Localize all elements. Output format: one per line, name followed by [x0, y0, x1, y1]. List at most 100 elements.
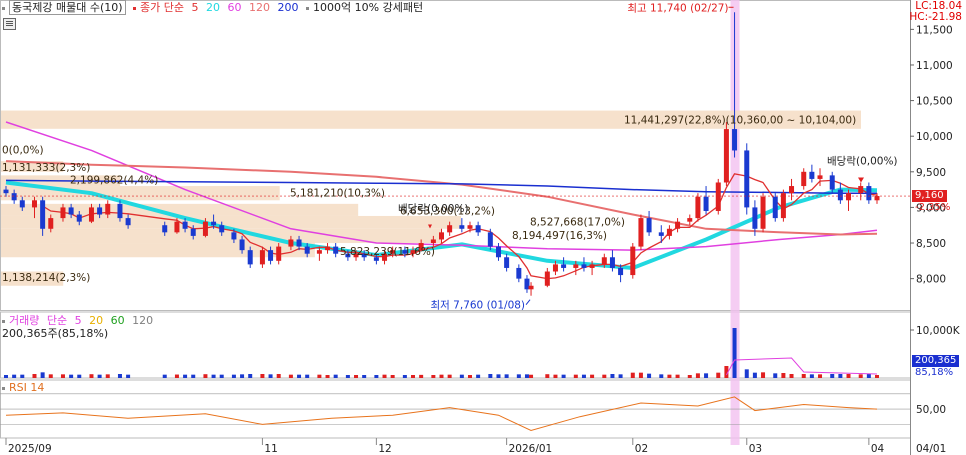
volume-bar [105, 374, 110, 378]
volume-label: 거래량 [9, 314, 40, 327]
date-label: 04/01 [916, 443, 946, 455]
volume-bar [752, 372, 757, 378]
volume-bar [97, 374, 102, 378]
volume-bar [219, 374, 224, 378]
candle-body [817, 175, 823, 179]
volume-bar [191, 374, 196, 378]
candle-body [675, 221, 681, 229]
volume-bar [667, 374, 672, 378]
candle-body [439, 232, 444, 240]
candle-body [48, 218, 54, 229]
candle-body [117, 203, 123, 219]
vol-ma-60: 60 [110, 314, 125, 327]
volume-profile-band [1, 243, 315, 258]
date-label: 2025/09 [8, 443, 52, 455]
vol-ma-120: 120 [132, 314, 154, 327]
candle-body [516, 267, 522, 279]
candle-body [752, 207, 758, 229]
candle-body [316, 250, 322, 254]
volume-bar [467, 375, 472, 378]
volume-profile-label: 8,527,668(17,0%) [530, 217, 625, 229]
volume-pct: 85,18% [915, 367, 954, 378]
candle-body [715, 182, 721, 211]
date-label: 04 [871, 443, 885, 455]
candle-body [231, 232, 237, 240]
dividend-annotation: 배당락(0.00%) [398, 203, 469, 215]
volume-bar [830, 374, 835, 378]
volume-bar [858, 374, 863, 378]
volume-bar [431, 375, 436, 378]
volume-bar [69, 374, 74, 378]
price-tick-label: 10,000 [916, 131, 953, 143]
vol-ma-20: 20 [89, 314, 104, 327]
volume-bar [117, 374, 122, 378]
volume-bar [390, 375, 395, 378]
date-label: 2026/01 [509, 443, 553, 455]
price-tick-label: 8,500 [916, 238, 946, 250]
volume-bar [439, 374, 444, 378]
pattern-label: 1000억 10% 강세패턴 [313, 1, 424, 14]
candle-body [687, 218, 693, 222]
low-arrow [525, 299, 531, 306]
candle-body [561, 264, 567, 268]
candle-body [858, 186, 864, 194]
chart-settings-icon[interactable] [3, 18, 16, 30]
candle-body [732, 129, 738, 151]
volume-bar [581, 374, 586, 378]
candle-body [19, 200, 25, 208]
candle-body [239, 239, 245, 251]
volume-bar [317, 374, 322, 378]
candle-body [276, 246, 282, 261]
volume-bar [561, 374, 566, 378]
candle-body [211, 221, 217, 226]
high-annotation: 최고 11,740 (02/27) [627, 2, 728, 14]
volume-ma-label: 단순 [46, 314, 68, 327]
volume-bar [838, 374, 843, 378]
candle-body [97, 207, 103, 215]
low-annotation: 최저 7,760 (01/08) [431, 300, 526, 312]
date-label: 03 [749, 443, 762, 455]
volume-bar [248, 374, 253, 378]
candle-body [772, 196, 778, 219]
volume-bar [447, 374, 452, 378]
candle-body [581, 264, 587, 268]
volume-current: 200,365주(85,18%) [2, 327, 109, 340]
candle-body [809, 171, 815, 179]
volume-bar [32, 374, 37, 378]
volume-bar [48, 374, 53, 378]
candle-body [589, 264, 595, 268]
volume-bar [818, 374, 823, 378]
volume-ma-line [725, 357, 878, 376]
candle-body [874, 196, 880, 201]
volume-bar [875, 375, 879, 378]
volume-profile-label: 2,199,862(4,4%) [70, 175, 158, 187]
volume-profile-label: 8,194,497(16,3%) [512, 230, 607, 242]
volume-profile-label: 0(0,0%) [2, 145, 44, 157]
volume-bar [704, 373, 709, 378]
candle-body [459, 225, 465, 229]
volume-bar [610, 374, 615, 378]
candle-body [544, 271, 550, 286]
volume-profile-label: 1,131,333(2,3%) [2, 162, 90, 174]
volume-current-tag: 200,365 [912, 355, 960, 367]
volume-bar [476, 374, 481, 378]
volume-profile-label: 11,441,297(22,8%)(10,360,00 ~ 10,104,00) [624, 115, 856, 127]
candle-body [190, 228, 196, 236]
candle-body [76, 214, 82, 222]
candle-body [467, 225, 473, 229]
volume-bar [288, 374, 293, 378]
candle-body [789, 186, 795, 194]
stock-name-label[interactable]: 동국제강 매물대 수(10) [9, 0, 126, 15]
candle-body [3, 189, 9, 194]
stock-chart[interactable]: 11,50011,00010,50010,0009,5009,0008,5008… [0, 0, 966, 455]
candle-body [504, 257, 510, 268]
volume-bar [345, 375, 350, 378]
candle-body [695, 196, 701, 219]
volume-bar [529, 374, 534, 378]
volume-bar [268, 374, 273, 378]
volume-bar [687, 375, 692, 378]
volume-bar [240, 374, 245, 378]
main-legend: 동국제강 매물대 수(10) 종가 단순 5 20 60 120 200 100… [2, 0, 427, 15]
volume-bar [333, 374, 338, 378]
volume-bar [590, 374, 595, 378]
